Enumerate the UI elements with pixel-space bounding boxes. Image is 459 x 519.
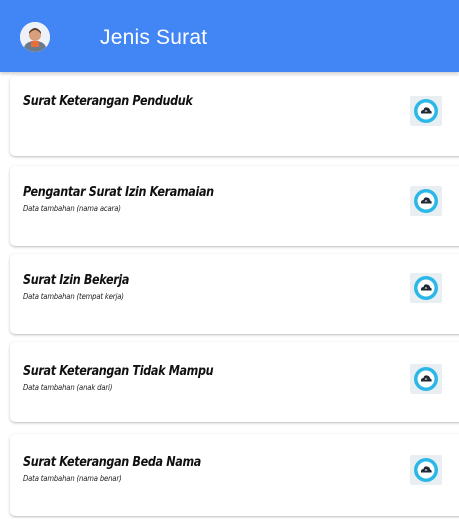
avatar-image (20, 22, 50, 52)
cloud-download-icon (414, 99, 438, 123)
list-item-surat-keterangan-tidak-mampu[interactable]: Surat Keterangan Tidak Mampu Data tambah… (10, 342, 459, 422)
list-item-surat-keterangan-beda-nama[interactable]: Surat Keterangan Beda Nama Data tambahan… (10, 434, 459, 516)
app-bar: Jenis Surat (0, 0, 459, 72)
download-button[interactable] (410, 364, 442, 394)
list-item-subtitle: Data tambahan (anak dari) (23, 383, 113, 392)
list-item-subtitle: Data tambahan (nama benar) (23, 474, 122, 483)
download-button[interactable] (410, 186, 442, 216)
cloud-download-icon (414, 367, 438, 391)
list-item-subtitle: Data tambahan (tempat kerja) (23, 292, 124, 301)
cloud-download-icon (414, 276, 438, 300)
list-item-pengantar-surat-izin-keramaian[interactable]: Pengantar Surat Izin Keramaian Data tamb… (10, 166, 459, 246)
download-button[interactable] (410, 96, 442, 126)
list-item-title: Pengantar Surat Izin Keramaian (23, 185, 214, 200)
list-item-subtitle: Data tambahan (nama acara) (23, 204, 121, 213)
list-item-title: Surat Keterangan Beda Nama (23, 455, 201, 470)
list-item-surat-keterangan-penduduk[interactable]: Surat Keterangan Penduduk (10, 76, 459, 156)
list-item-title: Surat Keterangan Penduduk (23, 94, 193, 109)
download-button[interactable] (410, 273, 442, 303)
page-title: Jenis Surat (100, 26, 208, 49)
list-item-title: Surat Keterangan Tidak Mampu (23, 364, 214, 379)
download-button[interactable] (410, 455, 442, 485)
list-item-title: Surat Izin Bekerja (23, 273, 130, 288)
letter-type-list: Surat Keterangan Penduduk Pengantar Sura… (0, 72, 459, 519)
avatar[interactable] (20, 22, 50, 52)
cloud-download-icon (414, 458, 438, 482)
cloud-download-icon (414, 189, 438, 213)
list-item-surat-izin-bekerja[interactable]: Surat Izin Bekerja Data tambahan (tempat… (10, 254, 459, 334)
